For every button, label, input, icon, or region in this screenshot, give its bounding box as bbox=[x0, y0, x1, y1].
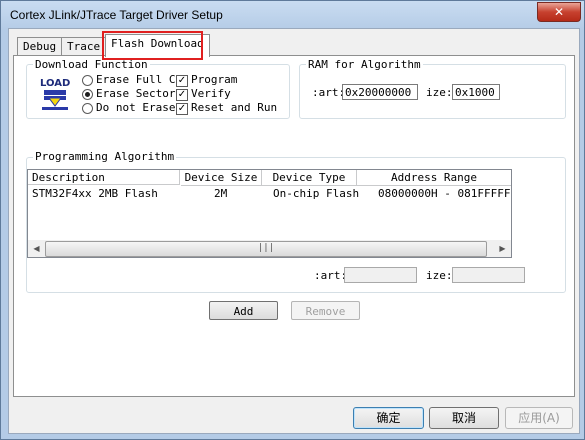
close-button[interactable]: ✕ bbox=[537, 2, 581, 22]
row-device-type: On-chip Flash bbox=[273, 187, 360, 200]
load-icon: LOAD bbox=[40, 78, 70, 110]
cancel-button[interactable]: 取消 bbox=[429, 407, 499, 429]
title-bar: Cortex JLink/JTrace Target Driver Setup bbox=[2, 2, 583, 28]
do-not-erase-radio[interactable] bbox=[82, 103, 93, 114]
remove-button[interactable]: Remove bbox=[291, 301, 360, 320]
row-address-range: 08000000H - 081FFFFFH bbox=[378, 187, 512, 200]
scroll-thumb[interactable]: ||| bbox=[45, 241, 487, 257]
tab-highlight bbox=[102, 31, 203, 60]
ram-start-field[interactable]: 0x20000000 bbox=[342, 84, 418, 100]
erase-sector-label: Erase Sector bbox=[96, 87, 176, 100]
tab-debug[interactable]: Debug bbox=[17, 37, 63, 56]
algorithm-start-field[interactable] bbox=[344, 267, 417, 283]
programming-algorithm-legend: Programming Algorithm bbox=[33, 150, 177, 163]
ram-start-label: :art: bbox=[312, 86, 346, 99]
algorithm-start-label: :art: bbox=[314, 269, 348, 282]
horizontal-scrollbar[interactable]: ◀ ||| ▶ bbox=[28, 240, 511, 257]
column-header-device-size[interactable]: Device Size bbox=[181, 170, 262, 186]
ram-for-algorithm-legend: RAM for Algorithm bbox=[306, 58, 423, 71]
column-header-address-range[interactable]: Address Range bbox=[357, 170, 511, 186]
dialog-window: Cortex JLink/JTrace Target Driver Setup … bbox=[0, 0, 585, 440]
column-header-device-type[interactable]: Device Type bbox=[262, 170, 357, 186]
apply-button[interactable]: 应用(A) bbox=[505, 407, 573, 429]
scroll-left-icon[interactable]: ◀ bbox=[28, 240, 45, 257]
erase-sector-radio[interactable] bbox=[82, 89, 93, 100]
verify-checkbox[interactable]: ✓ bbox=[176, 89, 188, 101]
row-description: STM32F4xx 2MB Flash bbox=[32, 187, 158, 200]
ok-button[interactable]: 确定 bbox=[353, 407, 424, 429]
scroll-right-icon[interactable]: ▶ bbox=[494, 240, 511, 257]
algorithm-size-field[interactable] bbox=[452, 267, 525, 283]
load-arrow-icon bbox=[42, 90, 68, 110]
algorithm-size-label: ize: bbox=[426, 269, 453, 282]
tab-trace[interactable]: Trace bbox=[61, 37, 107, 56]
window-title: Cortex JLink/JTrace Target Driver Setup bbox=[10, 8, 223, 22]
do-not-erase-label: Do not Erase bbox=[96, 101, 176, 114]
add-button[interactable]: Add bbox=[209, 301, 278, 320]
erase-full-chip-label: Erase Full C bbox=[96, 73, 176, 86]
column-header-description[interactable]: Description bbox=[28, 170, 180, 185]
ram-size-label: ize: bbox=[426, 86, 453, 99]
verify-label: Verify bbox=[191, 87, 231, 100]
program-label: Program bbox=[191, 73, 238, 86]
algorithm-list[interactable]: Description Device Size Device Type Addr… bbox=[27, 169, 512, 258]
load-icon-label: LOAD bbox=[40, 78, 71, 89]
dialog-client: Debug Trace Flash Download Download Func… bbox=[8, 28, 580, 434]
reset-and-run-checkbox[interactable]: ✓ bbox=[176, 103, 188, 115]
reset-and-run-label: Reset and Run bbox=[191, 101, 278, 114]
program-checkbox[interactable]: ✓ bbox=[176, 75, 188, 87]
ram-size-field[interactable]: 0x1000 bbox=[452, 84, 500, 100]
erase-full-chip-radio[interactable] bbox=[82, 75, 93, 86]
table-row[interactable]: STM32F4xx 2MB Flash 2M On-chip Flash 080… bbox=[28, 187, 511, 201]
tab-panel-flash-download: Download Function LOAD Erase Full C Eras… bbox=[13, 55, 575, 397]
close-icon: ✕ bbox=[553, 5, 565, 19]
row-device-size: 2M bbox=[214, 187, 228, 200]
